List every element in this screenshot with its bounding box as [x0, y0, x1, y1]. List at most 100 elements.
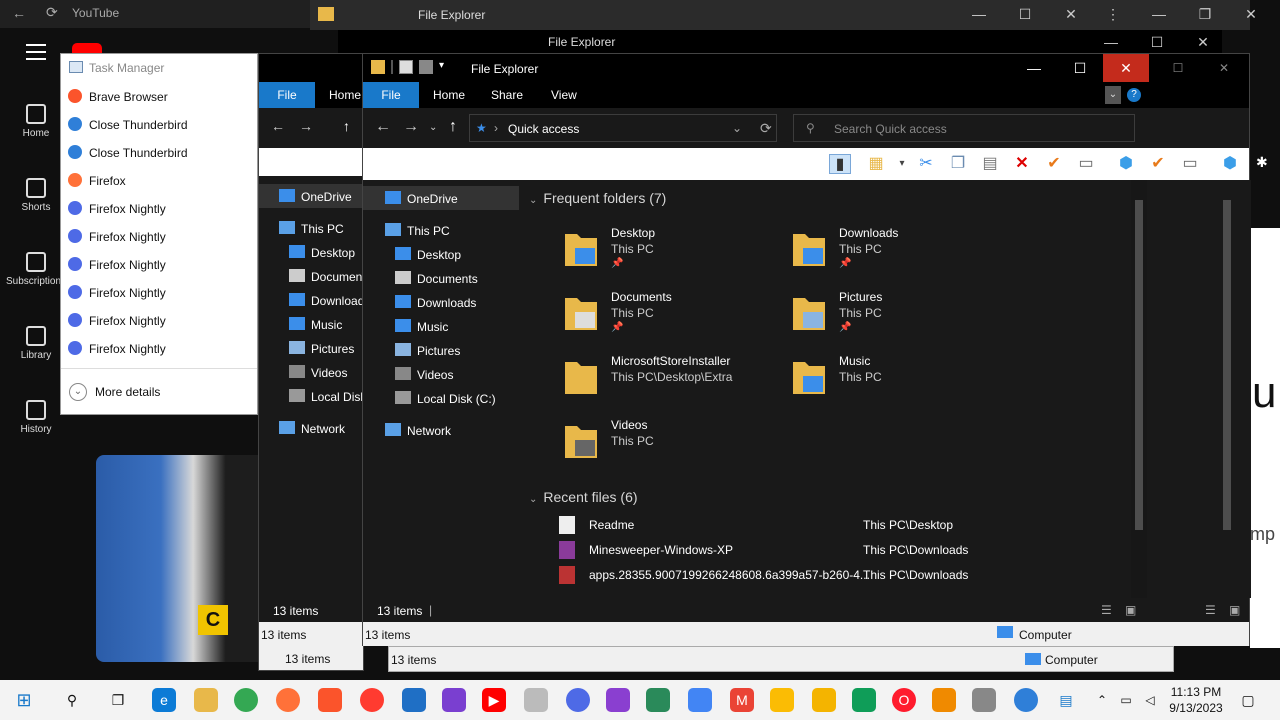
rename-icon[interactable]: ▭: [1179, 154, 1201, 174]
firefox-nightly-icon[interactable]: [566, 688, 590, 712]
sidebar-item[interactable]: This PC: [259, 216, 363, 240]
shape-icon[interactable]: ⬢: [1219, 154, 1241, 174]
details-view-icon[interactable]: ☰: [1205, 603, 1216, 617]
volume-icon[interactable]: ◁: [1138, 688, 1162, 712]
task-item[interactable]: Firefox Nightly: [61, 194, 257, 222]
folder-tile[interactable]: Videos This PC: [563, 416, 783, 476]
video-thumbnail[interactable]: C: [96, 455, 258, 662]
opera-gx-icon[interactable]: O: [892, 688, 916, 712]
search-input[interactable]: ⚲ Search Quick access: [793, 114, 1135, 142]
copy-icon[interactable]: ❐: [947, 154, 969, 174]
task-item[interactable]: Brave Browser: [61, 82, 257, 110]
chevron-up-icon[interactable]: ⌃: [1090, 688, 1114, 712]
app-icon[interactable]: [606, 688, 630, 712]
maximize-button[interactable]: ☐: [1155, 54, 1201, 82]
sidebar-item[interactable]: Download: [259, 288, 363, 312]
help-icon[interactable]: ?: [1127, 88, 1141, 102]
recent-file-row[interactable]: apps.28355.9007199266248608.6a399a57-b26…: [521, 563, 1121, 587]
hamburger-menu-icon[interactable]: [26, 44, 46, 60]
app-icon[interactable]: [442, 688, 466, 712]
brave-icon[interactable]: [318, 688, 342, 712]
large-icons-view-icon[interactable]: ▣: [1229, 603, 1240, 617]
app-icon[interactable]: [402, 688, 426, 712]
details-view-icon[interactable]: ☰: [1101, 603, 1112, 617]
google-sheets-icon[interactable]: [852, 688, 876, 712]
maximize-button[interactable]: ☐: [1134, 30, 1180, 54]
expand-ribbon-icon[interactable]: ⌄: [1105, 86, 1121, 104]
sidebar-item[interactable]: Videos: [259, 360, 363, 384]
notifications-icon[interactable]: ▢: [1236, 688, 1260, 712]
tab-share[interactable]: Share: [477, 82, 537, 108]
task-item[interactable]: Firefox Nightly: [61, 250, 257, 278]
sidebar-item[interactable]: OneDrive: [363, 186, 519, 210]
back-arrow-icon[interactable]: ←: [375, 118, 391, 136]
sidebar-item[interactable]: Pictures: [363, 338, 519, 362]
close-button[interactable]: ✕: [1048, 0, 1094, 28]
recent-file-row[interactable]: Minesweeper-Windows-XP This PC\Downloads: [521, 538, 1121, 562]
maximize-button[interactable]: ☐: [1057, 54, 1103, 82]
network-icon[interactable]: ▭: [1114, 688, 1138, 712]
close-button[interactable]: ✕: [1103, 54, 1149, 82]
edge-icon[interactable]: e: [152, 688, 176, 712]
scrollbar-thumb[interactable]: [1135, 200, 1143, 530]
browser-menu-icon[interactable]: ⋮: [1090, 0, 1136, 28]
sidebar-item[interactable]: Downloads: [363, 290, 519, 314]
task-item[interactable]: Firefox Nightly: [61, 334, 257, 362]
sidebar-item[interactable]: Videos: [363, 362, 519, 386]
rename-icon[interactable]: ▭: [1075, 154, 1097, 174]
up-arrow-icon[interactable]: ↑: [343, 118, 350, 134]
tab-file[interactable]: File: [259, 82, 315, 108]
task-item[interactable]: Firefox Nightly: [61, 278, 257, 306]
app-icon[interactable]: ▤: [1054, 688, 1078, 712]
gmail-icon[interactable]: M: [730, 688, 754, 712]
maximize-button[interactable]: ☐: [1002, 0, 1048, 28]
folder-tile[interactable]: Music This PC: [791, 352, 1011, 412]
sidebar-item[interactable]: Local Disk (C:): [363, 386, 519, 410]
cut-icon[interactable]: ✂: [915, 154, 937, 174]
recent-files-header[interactable]: ⌄ Recent files (6): [529, 489, 638, 505]
recent-file-row[interactable]: Readme This PC\Desktop: [521, 513, 1121, 537]
google-slides-icon[interactable]: [812, 688, 836, 712]
frequent-folders-header[interactable]: ⌄ Frequent folders (7): [529, 190, 666, 206]
search-icon[interactable]: ⚲: [60, 688, 84, 712]
delete-icon[interactable]: ✕: [1011, 154, 1033, 174]
sidebar-item[interactable]: Desktop: [363, 242, 519, 266]
more-details-button[interactable]: ⌄ More details: [61, 368, 257, 416]
sidebar-item[interactable]: Desktop: [259, 240, 363, 264]
customize-toolbar-icon[interactable]: ▾: [439, 60, 449, 74]
back-arrow-icon[interactable]: ←: [271, 118, 285, 134]
close-button[interactable]: ✕: [1228, 0, 1274, 28]
tab-file[interactable]: File: [363, 82, 419, 108]
folder-tile[interactable]: Downloads This PC 📌: [791, 224, 1011, 284]
address-bar[interactable]: ★ › Quick access ⌄ ⟳: [469, 114, 777, 142]
thunderbird-icon[interactable]: [1014, 688, 1038, 712]
folder-tile[interactable]: Documents This PC 📌: [563, 288, 783, 348]
firefox-icon[interactable]: [276, 688, 300, 712]
task-item[interactable]: Firefox Nightly: [61, 306, 257, 334]
folder-tile[interactable]: MicrosoftStoreInstaller This PC\Desktop\E…: [563, 352, 783, 412]
task-view-icon[interactable]: ❐: [106, 688, 130, 712]
task-item[interactable]: Close Thunderbird: [61, 110, 257, 138]
sidebar-item[interactable]: Documen: [259, 264, 363, 288]
task-item[interactable]: Firefox Nightly: [61, 222, 257, 250]
forward-arrow-icon[interactable]: →: [299, 118, 313, 134]
minimize-button[interactable]: —: [1088, 30, 1134, 54]
youtube-icon[interactable]: ▶: [482, 688, 506, 712]
chevron-down-icon[interactable]: ▾: [891, 154, 913, 174]
google-drive-icon[interactable]: [770, 688, 794, 712]
large-icons-view-icon[interactable]: ▣: [1125, 603, 1136, 617]
sidebar-item[interactable]: Pictures: [259, 336, 363, 360]
sidebar-item[interactable]: OneDrive: [259, 184, 363, 208]
start-icon[interactable]: ⊞: [12, 688, 36, 712]
sidebar-item[interactable]: Network: [259, 416, 363, 440]
properties-icon[interactable]: [399, 60, 413, 74]
vertical-scrollbar[interactable]: [1131, 180, 1147, 598]
sidebar-item[interactable]: Local Disk: [259, 384, 363, 408]
sidebar-item[interactable]: Music: [363, 314, 519, 338]
refresh-icon[interactable]: ⟳: [760, 120, 772, 137]
folder-tile[interactable]: Pictures This PC 📌: [791, 288, 1011, 348]
sidebar-item[interactable]: Network: [363, 418, 519, 442]
opera-icon[interactable]: [360, 688, 384, 712]
reload-icon[interactable]: ⟳: [46, 4, 58, 21]
google-docs-icon[interactable]: [688, 688, 712, 712]
